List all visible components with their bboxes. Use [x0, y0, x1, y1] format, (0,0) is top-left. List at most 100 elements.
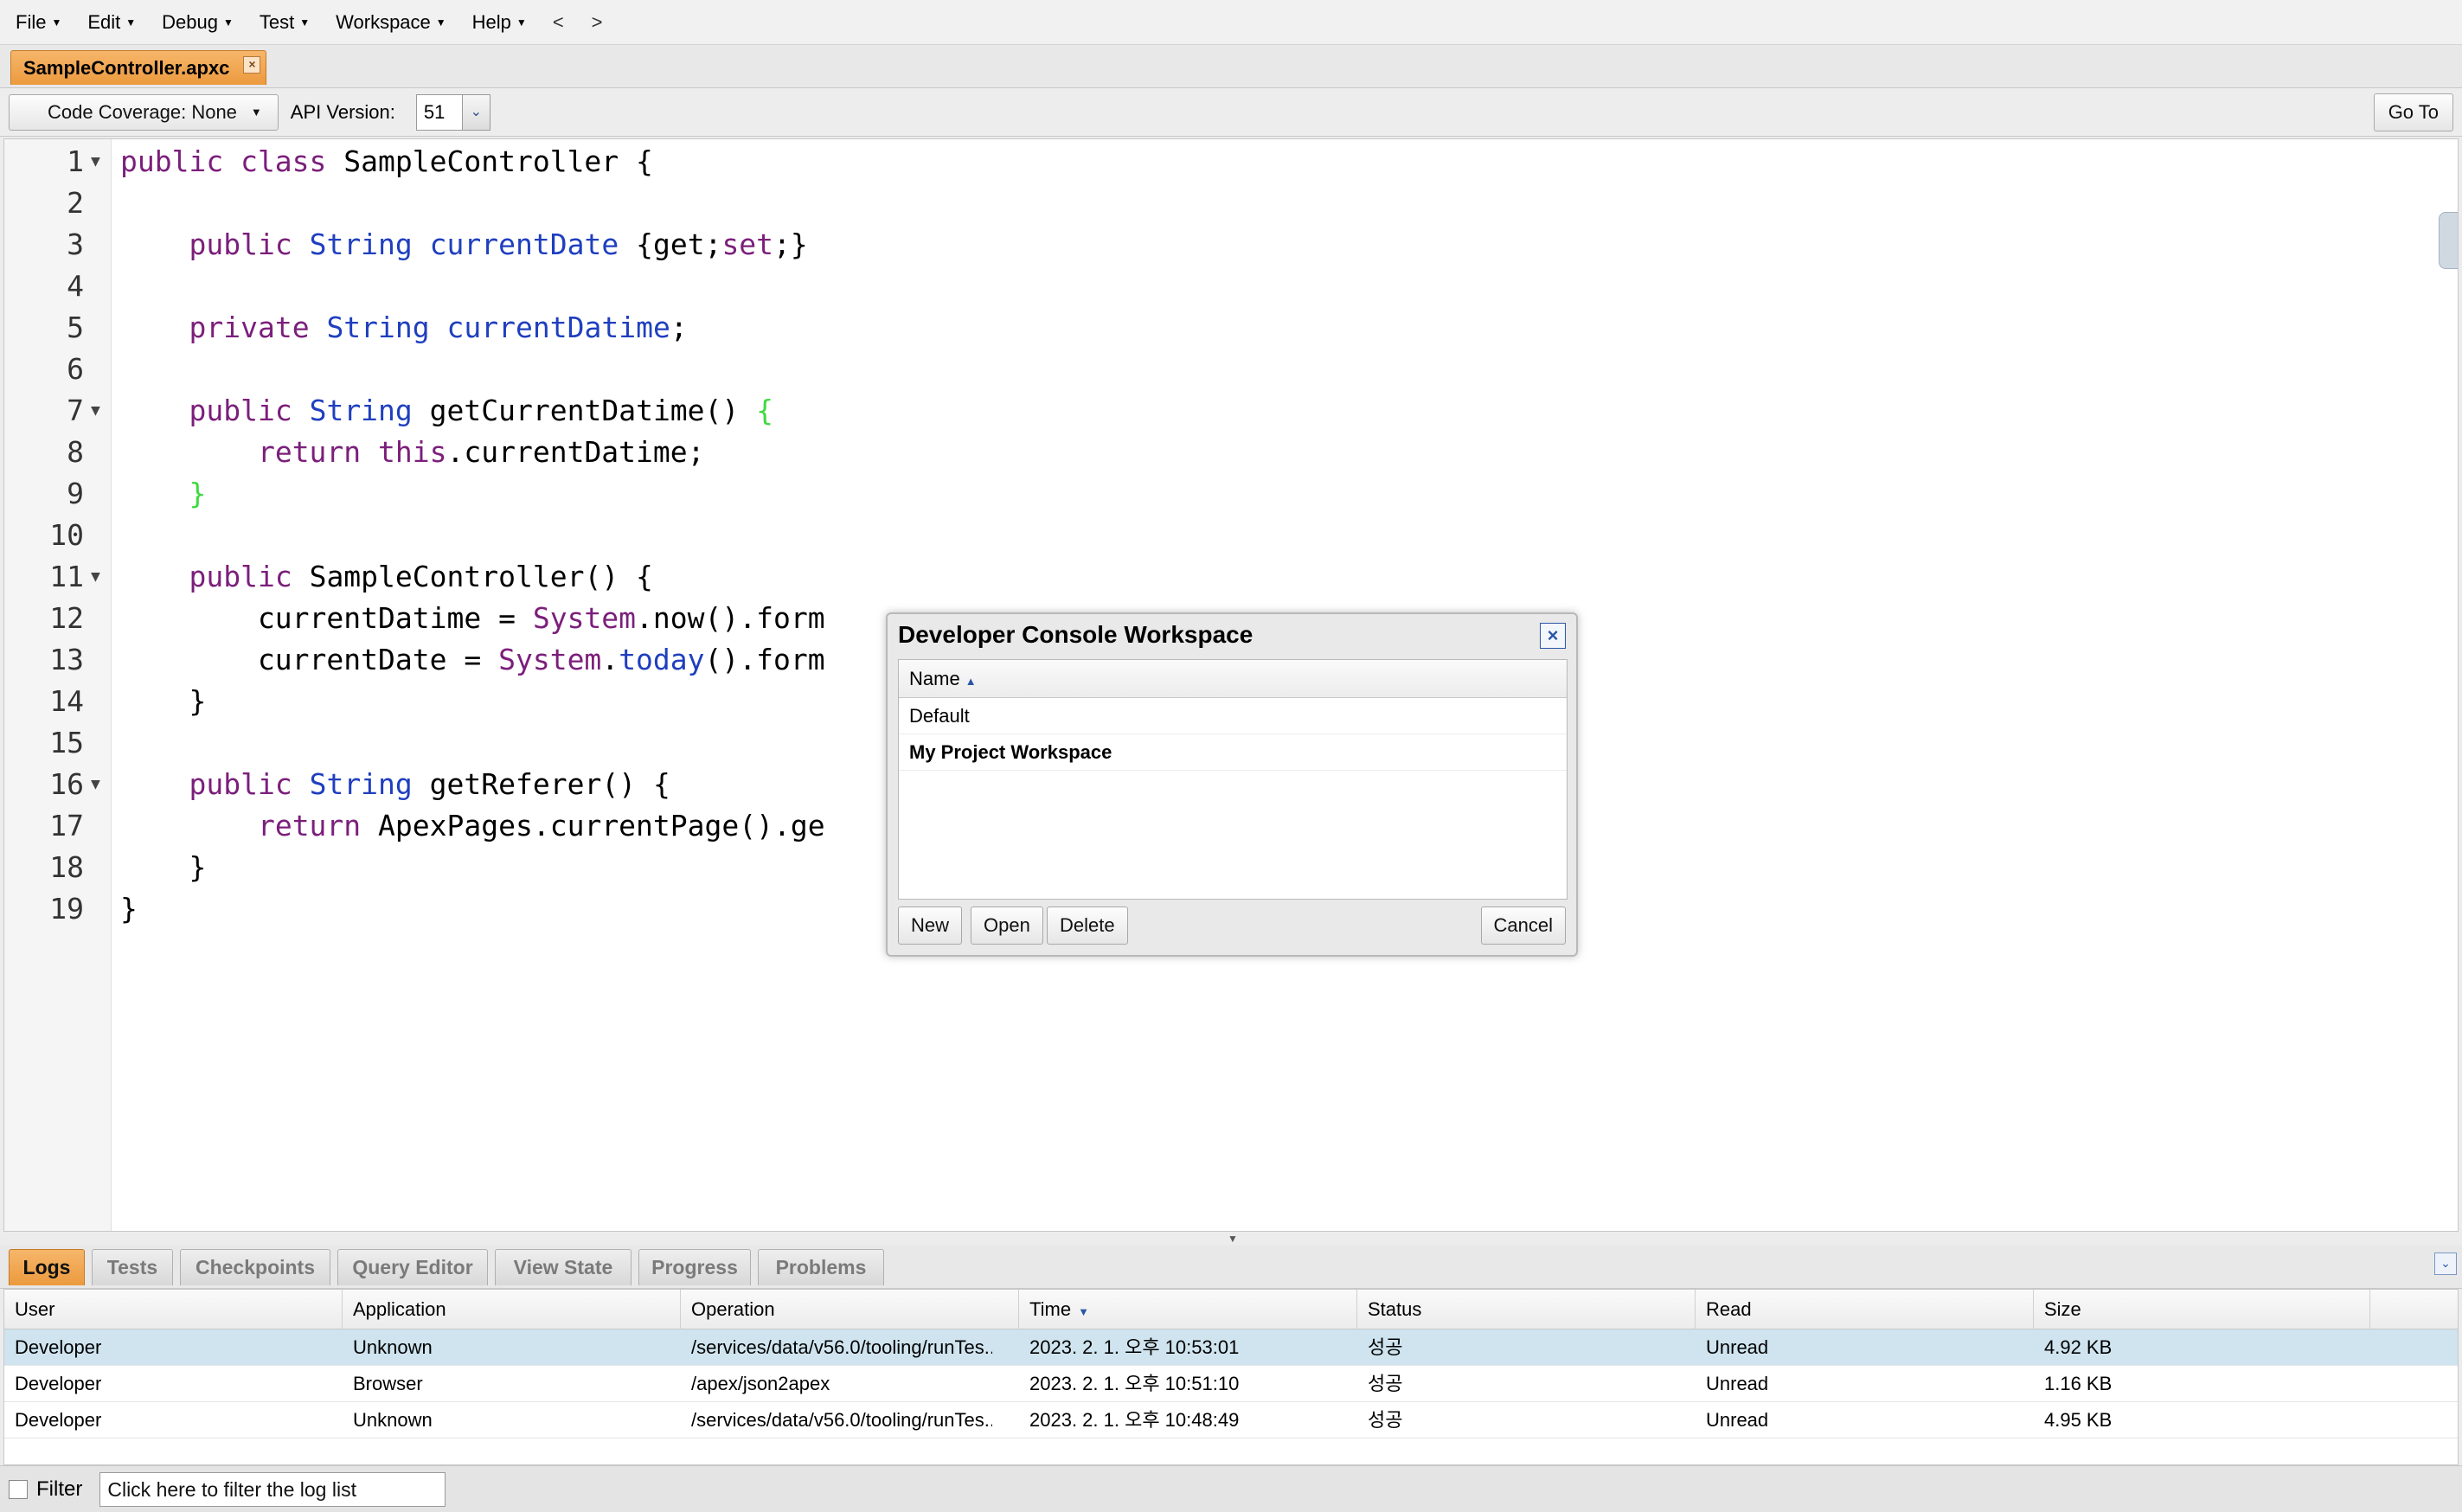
caret-down-icon: ▼ — [435, 16, 446, 29]
menu-help[interactable]: Help ▼ — [472, 11, 527, 34]
open-workspace-button[interactable]: Open — [971, 907, 1043, 945]
log-size: 1.16 KB — [2044, 1373, 2113, 1394]
column-application[interactable]: Application — [343, 1290, 681, 1329]
line-number: 3 — [67, 227, 84, 261]
tab-progress[interactable]: Progress — [638, 1249, 751, 1285]
column-user[interactable]: User — [4, 1290, 343, 1329]
code-line[interactable]: 6 — [4, 349, 2458, 390]
fold-toggle-icon[interactable]: ▼ — [91, 390, 100, 432]
code-text: public String getReferer() { — [189, 767, 670, 801]
workspace-row-default[interactable]: Default — [899, 698, 1567, 734]
menu-edit[interactable]: Edit ▼ — [87, 11, 136, 34]
file-tab-samplecontroller[interactable]: SampleController.apxc × — [10, 50, 267, 85]
code-line[interactable]: 11 ▼ public SampleController() { — [4, 556, 2458, 598]
caret-down-icon: ▼ — [516, 16, 527, 29]
close-icon[interactable]: × — [1540, 623, 1566, 649]
code-coverage-dropdown[interactable]: Code Coverage: None ▼ — [9, 93, 279, 131]
log-user: Developer — [15, 1336, 102, 1358]
line-number: 7 — [67, 394, 84, 427]
line-number: 14 — [49, 684, 84, 718]
column-read[interactable]: Read — [1696, 1290, 2034, 1329]
column-size[interactable]: Size — [2034, 1290, 2370, 1329]
menu-file[interactable]: File ▼ — [16, 11, 61, 34]
tab-checkpoints[interactable]: Checkpoints — [180, 1249, 330, 1285]
tab-problems[interactable]: Problems — [758, 1249, 884, 1285]
api-version-select[interactable]: 51 ⌄ — [415, 93, 490, 131]
menu-test[interactable]: Test ▼ — [260, 11, 310, 34]
code-line[interactable]: 7 ▼ public String getCurrentDatime() { — [4, 390, 2458, 432]
filter-input[interactable]: Click here to filter the log list — [99, 1471, 446, 1507]
line-number: 6 — [67, 352, 84, 386]
caret-down-icon: ▼ — [299, 16, 311, 29]
line-number: 13 — [49, 643, 84, 676]
go-to-button[interactable]: Go To — [2373, 93, 2453, 131]
column-operation[interactable]: Operation — [681, 1290, 1019, 1329]
menu-debug[interactable]: Debug ▼ — [162, 11, 234, 34]
api-version-value: 51 — [423, 100, 446, 123]
code-line[interactable]: 4 — [4, 266, 2458, 307]
fold-toggle-icon[interactable]: ▼ — [91, 764, 100, 805]
nav-back-button[interactable]: < — [553, 11, 564, 34]
splitter-grip-icon[interactable]: ▼ — [1202, 1233, 1263, 1244]
code-text: public class SampleController { — [120, 144, 653, 178]
line-number: 8 — [67, 435, 84, 469]
column-time-label: Time — [1029, 1298, 1072, 1320]
close-icon[interactable]: × — [243, 56, 261, 74]
log-user: Developer — [15, 1373, 102, 1394]
log-size: 4.92 KB — [2044, 1336, 2113, 1358]
new-workspace-button[interactable]: New — [898, 907, 963, 945]
code-line[interactable]: 8 return this.currentDatime; — [4, 432, 2458, 473]
code-line[interactable]: 10 — [4, 515, 2458, 556]
editor-toolbar: Code Coverage: None ▼ API Version: 51 ⌄ … — [0, 88, 2462, 137]
line-number: 18 — [49, 850, 84, 884]
table-row[interactable]: Developer Unknown/services/data/v56.0/too… — [4, 1329, 2458, 1366]
code-line[interactable]: 1 ▼ public class SampleController { — [4, 141, 2458, 183]
tab-logs[interactable]: Logs — [9, 1249, 85, 1285]
log-time: 2023. 2. 1. 오후 10:53:01 — [1029, 1336, 1240, 1358]
column-time[interactable]: Time ▼ — [1019, 1290, 1357, 1329]
delete-workspace-button[interactable]: Delete — [1047, 907, 1128, 945]
fold-toggle-icon[interactable]: ▼ — [91, 141, 100, 183]
log-time: 2023. 2. 1. 오후 10:51:10 — [1029, 1373, 1240, 1394]
workspace-row-my-project[interactable]: My Project Workspace — [899, 734, 1567, 771]
filter-bar: Filter Click here to filter the log list — [0, 1465, 2462, 1512]
log-read: Unread — [1706, 1409, 1769, 1431]
workspace-list: Name ▲ Default My Project Workspace — [898, 659, 1568, 900]
menu-edit-label: Edit — [87, 10, 121, 33]
line-number: 15 — [49, 726, 84, 759]
table-row[interactable]: Developer Browser/apex/json2apex 2023. 2. … — [4, 1366, 2458, 1402]
dialog-title: Developer Console Workspace — [898, 621, 1253, 648]
code-line[interactable]: 5 private String currentDatime; — [4, 307, 2458, 349]
line-number: 19 — [49, 892, 84, 926]
nav-forward-button[interactable]: > — [592, 11, 603, 34]
file-tab-label: SampleController.apxc — [23, 56, 230, 79]
code-text: } — [120, 684, 207, 718]
log-operation: /apex/json2apex — [691, 1373, 830, 1394]
filter-checkbox[interactable] — [9, 1479, 28, 1499]
column-status[interactable]: Status — [1357, 1290, 1696, 1329]
logs-table: User Application Operation Time ▼ Status … — [3, 1289, 2459, 1465]
code-line[interactable]: 9 } — [4, 473, 2458, 515]
menu-workspace[interactable]: Workspace ▼ — [336, 11, 446, 34]
side-panel-handle[interactable] — [2439, 212, 2458, 269]
caret-down-icon: ▼ — [51, 16, 62, 29]
table-row[interactable]: Developer Unknown/services/data/v56.0/too… — [4, 1402, 2458, 1438]
code-coverage-label: Code Coverage: None — [48, 100, 237, 123]
code-text: return ApexPages.currentPage().ge — [257, 809, 825, 842]
collapse-panel-icon[interactable]: ⌄ — [2434, 1253, 2457, 1275]
log-operation: /services/data/v56.0/tooling/runTes... — [691, 1409, 992, 1431]
workspace-list-header[interactable]: Name ▲ — [899, 660, 1567, 698]
cancel-button[interactable]: Cancel — [1480, 907, 1566, 945]
code-line[interactable]: 3 public String currentDate {get;set;} — [4, 224, 2458, 266]
line-number: 5 — [67, 311, 84, 344]
tab-query-editor[interactable]: Query Editor — [337, 1249, 488, 1285]
tab-view-state[interactable]: View State — [495, 1249, 632, 1285]
tab-tests[interactable]: Tests — [92, 1249, 173, 1285]
fold-toggle-icon[interactable]: ▼ — [91, 556, 100, 598]
code-text: return this.currentDatime; — [257, 435, 705, 469]
panel-splitter[interactable]: ▼ — [0, 1232, 2462, 1246]
code-line[interactable]: 2 — [4, 183, 2458, 224]
log-application: Unknown — [353, 1336, 433, 1358]
log-size: 4.95 KB — [2044, 1409, 2113, 1431]
line-number: 16 — [49, 767, 84, 801]
